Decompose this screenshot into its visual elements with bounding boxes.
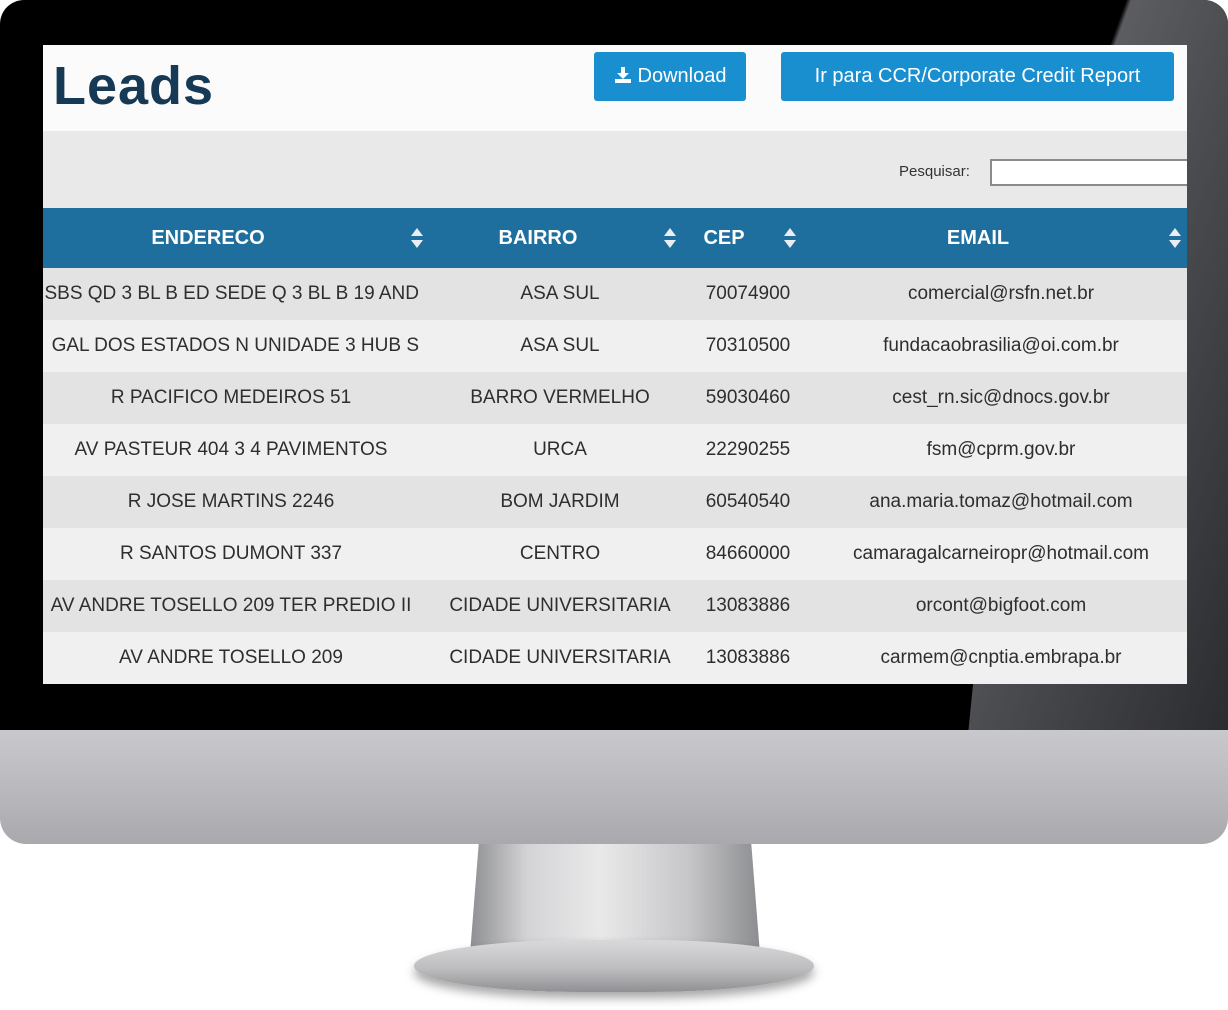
monitor-stand-base	[414, 940, 814, 992]
monitor-stand-neck	[470, 844, 760, 954]
table-row[interactable]: AV ANDRE TOSELLO 209 TER PREDIO II CIDAD…	[43, 580, 1187, 632]
page-header: Leads Download Ir para CCR/Corporate Cre…	[43, 45, 1187, 131]
cell-cep: 84660000	[705, 543, 791, 564]
cell-cep: 59030460	[705, 387, 791, 408]
monitor-chin	[0, 730, 1228, 844]
cell-endereco: R JOSE MARTINS 2246	[127, 491, 335, 512]
column-header-label: CEP	[703, 227, 745, 249]
table-row[interactable]: AV PASTEUR 404 3 4 PAVIMENTOS URCA 22290…	[43, 424, 1187, 476]
table-toolbar: Pesquisar:	[43, 131, 1187, 208]
cell-bairro: CENTRO	[519, 543, 601, 564]
table-row[interactable]: R JOSE MARTINS 2246 BOM JARDIM 60540540 …	[43, 476, 1187, 528]
cell-bairro: URCA	[533, 439, 587, 460]
column-header-cep[interactable]: CEP	[691, 208, 757, 268]
cell-email: camaragalcarneiropr@hotmail.com	[853, 543, 1149, 564]
cell-email: fundacaobrasilia@oi.com.br	[883, 335, 1119, 356]
table-row[interactable]: R SANTOS DUMONT 337 CENTRO 84660000 cama…	[43, 528, 1187, 580]
column-header-label: ENDERECO	[151, 227, 265, 249]
cell-bairro: BARRO VERMELHO	[470, 387, 650, 408]
ccr-report-button[interactable]: Ir para CCR/Corporate Credit Report	[781, 52, 1174, 101]
column-header-label: BAIRRO	[498, 227, 578, 249]
search-input[interactable]	[990, 159, 1187, 186]
cell-bairro: BOM JARDIM	[500, 491, 620, 512]
download-button[interactable]: Download	[594, 52, 746, 101]
table-row[interactable]: R PACIFICO MEDEIROS 51 BARRO VERMELHO 59…	[43, 372, 1187, 424]
sort-icon[interactable]	[411, 228, 423, 250]
table-row[interactable]: AV ANDRE TOSELLO 209 CIDADE UNIVERSITARI…	[43, 632, 1187, 684]
search-label: Pesquisar:	[899, 163, 970, 180]
cell-endereco: AV ANDRE TOSELLO 209 TER PREDIO II	[50, 595, 412, 616]
column-header-label: EMAIL	[946, 227, 1010, 249]
cell-email: carmem@cnptia.embrapa.br	[880, 647, 1122, 668]
column-header-endereco[interactable]: ENDERECO	[43, 208, 373, 268]
cell-email: ana.maria.tomaz@hotmail.com	[869, 491, 1133, 512]
table-header: ENDERECO BAIRRO CEP EMAIL	[43, 208, 1187, 268]
cell-endereco: R PACIFICO MEDEIROS 51	[110, 387, 352, 408]
cell-cep: 13083886	[705, 647, 791, 668]
cell-endereco: AV ANDRE TOSELLO 209	[119, 647, 343, 668]
screen: Leads Download Ir para CCR/Corporate Cre…	[43, 45, 1187, 684]
cell-email: fsm@cprm.gov.br	[926, 439, 1076, 460]
cell-bairro: ASA SUL	[520, 283, 600, 304]
cell-cep: 60540540	[705, 491, 791, 512]
cell-email: comercial@rsfn.net.br	[907, 283, 1095, 304]
column-header-email[interactable]: EMAIL	[843, 208, 1113, 268]
sort-icon[interactable]	[784, 228, 796, 250]
column-header-bairro[interactable]: BAIRRO	[443, 208, 633, 268]
cell-bairro: CIDADE UNIVERSITARIA	[449, 595, 671, 616]
download-icon	[614, 67, 632, 83]
cell-endereco: R SANTOS DUMONT 337	[119, 543, 343, 564]
page-title: Leads	[53, 56, 215, 116]
download-label: Download	[637, 65, 727, 87]
cell-cep: 22290255	[705, 439, 791, 460]
sort-icon[interactable]	[664, 228, 676, 250]
cell-email: cest_rn.sic@dnocs.gov.br	[892, 387, 1110, 408]
sort-icon[interactable]	[1169, 228, 1181, 250]
cell-cep: 70310500	[705, 335, 791, 356]
table-row[interactable]: GAL DOS ESTADOS N UNIDADE 3 HUB S ASA SU…	[43, 320, 1187, 372]
cell-endereco: GAL DOS ESTADOS N UNIDADE 3 HUB S	[51, 335, 419, 356]
cell-cep: 13083886	[705, 595, 791, 616]
cell-bairro: CIDADE UNIVERSITARIA	[449, 647, 671, 668]
cell-endereco: SBS QD 3 BL B ED SEDE Q 3 BL B 19 AND	[44, 283, 419, 304]
table-body: SBS QD 3 BL B ED SEDE Q 3 BL B 19 AND AS…	[43, 268, 1187, 684]
cell-cep: 70074900	[705, 283, 791, 304]
table-row[interactable]: SBS QD 3 BL B ED SEDE Q 3 BL B 19 AND AS…	[43, 268, 1187, 320]
cell-email: orcont@bigfoot.com	[915, 595, 1087, 616]
cell-endereco: AV PASTEUR 404 3 4 PAVIMENTOS	[74, 439, 388, 460]
cell-bairro: ASA SUL	[520, 335, 600, 356]
